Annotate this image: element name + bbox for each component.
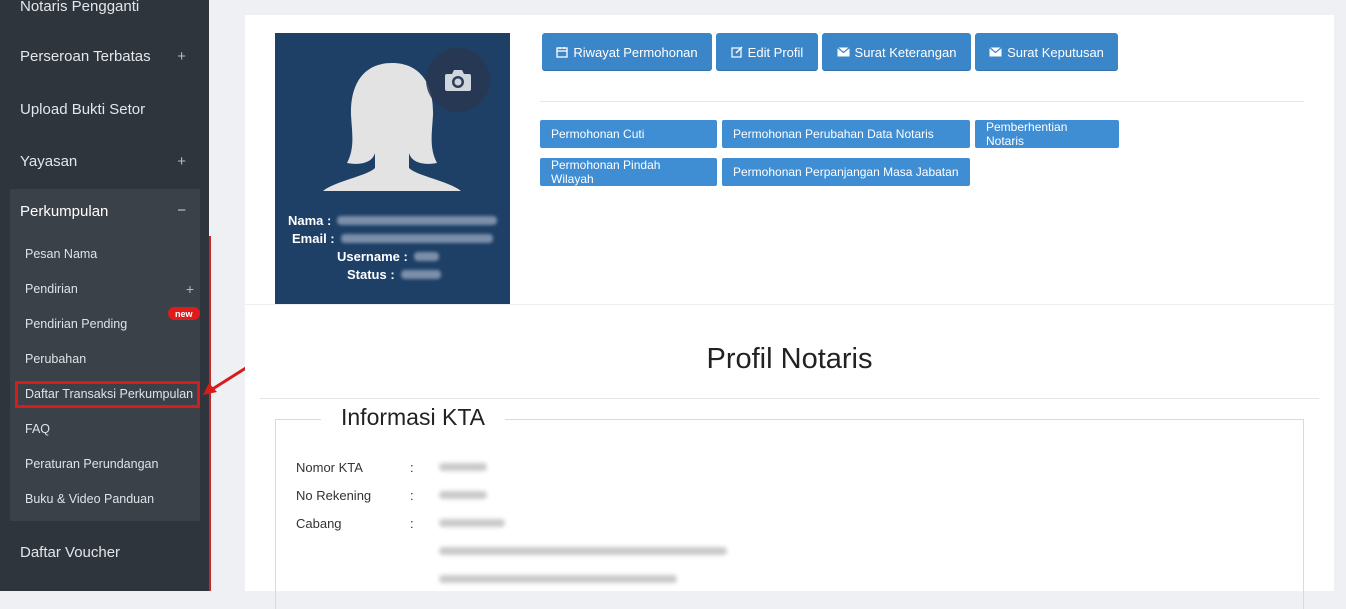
redacted-value [439,491,487,499]
field-colon: : [410,460,414,475]
sidebar-subitem-pesan-nama[interactable]: Pesan Nama [25,244,97,264]
permohonan-perubahan-data-button[interactable]: Permohonan Perubahan Data Notaris [722,120,970,148]
sidebar-subitem-label: Peraturan Perundangan [25,457,159,471]
sidebar-item-label: Notaris Pengganti [20,0,140,15]
permohonan-cuti-button[interactable]: Permohonan Cuti [540,120,717,148]
button-label: Permohonan Pindah Wilayah [551,158,661,186]
sidebar-item-label: Perseroan Terbatas [20,47,151,65]
redacted-value [340,233,493,243]
pemberhentian-notaris-button[interactable]: Pemberhentian Notaris [975,120,1119,148]
change-photo-button[interactable] [426,48,490,112]
sidebar-subitem-pendirian[interactable]: Pendirian + [25,279,195,299]
sidebar-item-daftar-voucher[interactable]: Daftar Voucher [0,537,200,567]
new-badge: new [168,307,200,320]
profile-username: Username : [275,247,510,265]
sidebar-subitem-pendirian-pending[interactable]: Pendirian Pending [25,314,127,334]
sidebar-group-title[interactable]: Perkumpulan [20,189,108,233]
edit-profil-button[interactable]: Edit Profil [716,33,818,71]
sidebar-item-perseroan-terbatas[interactable]: Perseroan Terbatas + [0,41,200,71]
surat-keterangan-button[interactable]: Surat Keterangan [822,33,971,71]
profile-info: Nama : Email : Username : Status : [275,211,510,283]
email-label: Email : [292,230,335,246]
envelope-icon [836,47,850,57]
field-label-no-rekening: No Rekening [296,487,372,503]
username-label: Username : [337,248,408,264]
surat-keputusan-button[interactable]: Surat Keputusan [975,33,1118,71]
profile-email: Email : [275,229,510,247]
field-label-cabang: Cabang [296,515,342,531]
redacted-value [439,463,487,471]
profile-panel: Nama : Email : Username : Status : [275,33,510,304]
redacted-value [439,519,505,527]
page-title: Profil Notaris [706,343,873,375]
redacted-value [413,251,439,261]
sidebar: Notaris Pengganti Perseroan Terbatas + U… [0,0,211,591]
camera-icon [445,70,471,91]
expand-plus-icon[interactable]: + [177,48,186,65]
divider [540,101,1304,102]
informasi-kta-section: Informasi KTA Nomor KTA : No Rekening : … [275,404,1304,609]
sidebar-item-upload-bukti-setor[interactable]: Upload Bukti Setor [0,94,200,124]
field-colon: : [410,516,414,531]
button-label: Riwayat Permohonan [573,44,698,60]
envelope-icon [989,47,1002,57]
profile-status: Status : [275,265,510,283]
sidebar-subitem-label: FAQ [25,422,51,436]
sidebar-item-label: Upload Bukti Setor [20,100,146,118]
redacted-value [439,547,727,555]
permohonan-pindah-wilayah-button[interactable]: Permohonan Pindah Wilayah [540,158,717,186]
field-label-nomor-kta: Nomor KTA [296,459,363,475]
button-label: Permohonan Perpanjangan Masa Jabatan [733,165,959,179]
sidebar-subitem-faq[interactable]: FAQ [25,419,50,439]
redacted-value [400,269,441,279]
expand-plus-icon[interactable]: + [177,153,186,170]
redacted-value [439,575,677,583]
sidebar-subitem-label: Pesan Nama [25,247,98,261]
button-label: Surat Keterangan [854,44,957,60]
sidebar-subitem-label: Pendirian Pending [25,317,128,331]
profile-card: Nama : Email : Username : Status : Riway… [245,15,1334,609]
riwayat-permohonan-button[interactable]: Riwayat Permohonan [542,33,712,71]
section-title: Informasi KTA [321,404,505,431]
expand-plus-icon[interactable]: + [186,281,194,297]
button-label: Edit Profil [747,44,804,60]
sidebar-subitem-buku-video[interactable]: Buku & Video Panduan [25,489,154,509]
sidebar-subitem-peraturan[interactable]: Peraturan Perundangan [25,454,158,474]
title-divider [260,398,1319,399]
status-label: Status : [347,266,395,282]
nama-label: Nama : [288,212,332,228]
avatar [275,33,510,191]
highlight-box [15,381,200,408]
sidebar-group-perkumpulan: Perkumpulan − Pesan Nama Pendirian + Pen… [10,189,200,521]
sidebar-item-label: Daftar Voucher [20,543,121,561]
permohonan-perpanjangan-button[interactable]: Permohonan Perpanjangan Masa Jabatan [722,158,970,186]
sidebar-item-yayasan[interactable]: Yayasan + [0,146,200,176]
button-label: Permohonan Perubahan Data Notaris [733,127,934,141]
field-colon: : [410,488,414,503]
button-label: Surat Keputusan [1007,44,1104,60]
sidebar-subitem-label: Perubahan [25,352,87,366]
collapse-minus-icon[interactable]: − [177,202,186,219]
section-separator [245,304,1334,305]
sidebar-item-label: Yayasan [20,152,78,170]
redacted-value [337,215,498,225]
profile-nama: Nama : [275,211,510,229]
sidebar-edge [209,236,211,591]
sidebar-subitem-perubahan[interactable]: Perubahan [25,349,86,369]
sidebar-subitem-label: Pendirian [25,282,78,296]
calendar-icon [556,47,568,58]
sidebar-subitem-label: Buku & Video Panduan [25,492,155,506]
edit-icon [731,46,743,58]
button-label: Permohonan Cuti [551,127,645,141]
sidebar-item-notaris-pengganti[interactable]: Notaris Pengganti [0,0,200,21]
button-label: Pemberhentian Notaris [986,120,1068,148]
